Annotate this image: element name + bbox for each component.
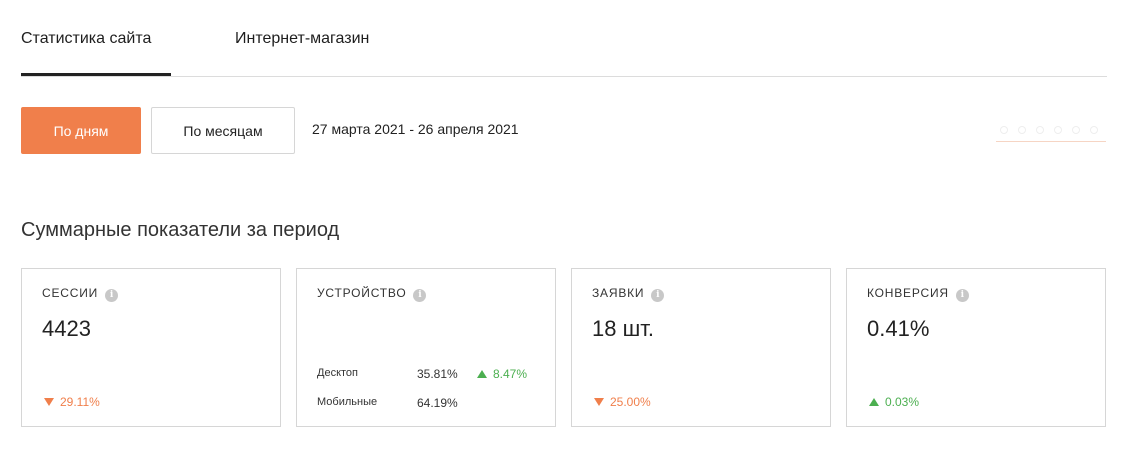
tab-bar: Статистика сайта Интернет-магазин: [21, 0, 1107, 77]
tab-site-statistics[interactable]: Статистика сайта: [21, 30, 151, 48]
conversion-card: КОНВЕРСИЯ i 0.41% 0.03%: [846, 268, 1106, 427]
arrow-down-icon: [594, 398, 604, 406]
sessions-label: СЕССИИ: [42, 286, 99, 300]
active-tab-indicator: [21, 73, 171, 76]
card-label: СЕССИИ i: [42, 286, 119, 302]
info-icon[interactable]: i: [413, 289, 427, 302]
by-month-button[interactable]: По месяцам: [151, 107, 295, 154]
card-label: УСТРОЙСТВО i: [317, 286, 427, 302]
date-range-picker[interactable]: 27 марта 2021 - 26 апреля 2021: [312, 121, 519, 137]
device-percent: 35.81%: [417, 367, 458, 381]
device-card: УСТРОЙСТВО i Десктоп 35.81% 8.47% Мобильн…: [296, 268, 556, 427]
faded-indicator: [996, 122, 1106, 144]
sessions-delta-value: 29.11%: [60, 395, 100, 409]
info-icon[interactable]: i: [955, 289, 969, 302]
by-day-button[interactable]: По дням: [21, 107, 141, 154]
conversion-value: 0.41%: [867, 316, 930, 341]
conversion-label: КОНВЕРСИЯ: [867, 286, 949, 300]
card-label: ЗАЯВКИ i: [592, 286, 665, 302]
conversion-delta: 0.03%: [869, 395, 919, 409]
requests-delta: 25.00%: [594, 395, 651, 409]
sessions-card: СЕССИИ i 4423 29.11%: [21, 268, 281, 427]
conversion-delta-value: 0.03%: [885, 395, 920, 409]
section-title: Суммарные показатели за период: [21, 219, 340, 241]
requests-card: ЗАЯВКИ i 18 шт. 25.00%: [571, 268, 831, 427]
sessions-delta: 29.11%: [44, 395, 100, 409]
info-icon[interactable]: i: [105, 289, 119, 302]
info-icon[interactable]: i: [651, 289, 665, 302]
requests-value: 18 шт.: [592, 316, 654, 341]
arrow-up-icon: [477, 370, 487, 378]
device-delta-value: 8.47%: [493, 367, 528, 381]
requests-delta-value: 25.00%: [610, 395, 651, 409]
arrow-down-icon: [44, 398, 54, 406]
sessions-value: 4423: [42, 316, 91, 341]
device-row-mobile: Мобильные 64.19%: [317, 396, 547, 412]
device-label: УСТРОЙСТВО: [317, 286, 407, 300]
device-percent: 64.19%: [417, 396, 458, 410]
requests-label: ЗАЯВКИ: [592, 286, 645, 300]
arrow-up-icon: [869, 398, 879, 406]
device-name: Десктоп: [317, 367, 358, 379]
device-delta: 8.47%: [477, 367, 527, 381]
device-row-desktop: Десктоп 35.81% 8.47%: [317, 367, 547, 383]
tab-online-store[interactable]: Интернет-магазин: [235, 30, 369, 48]
device-name: Мобильные: [317, 396, 378, 408]
card-label: КОНВЕРСИЯ i: [867, 286, 969, 302]
